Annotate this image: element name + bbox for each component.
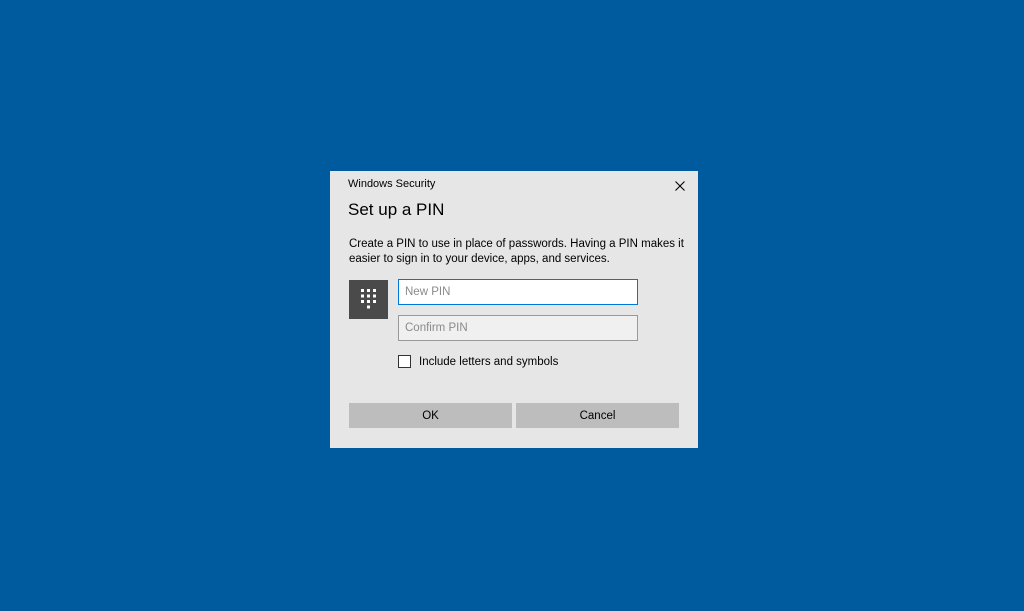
include-letters-symbols-label: Include letters and symbols: [419, 355, 559, 368]
ok-button[interactable]: OK: [349, 403, 512, 428]
confirm-pin-input[interactable]: [398, 315, 638, 341]
cancel-button[interactable]: Cancel: [516, 403, 679, 428]
new-pin-input[interactable]: [398, 279, 638, 305]
close-icon: [675, 181, 685, 191]
dialog-window-title: Windows Security: [348, 178, 436, 190]
keypad-icon: [349, 280, 388, 319]
include-letters-symbols-option[interactable]: Include letters and symbols: [398, 355, 558, 368]
dialog-heading: Set up a PIN: [348, 200, 445, 219]
dialog-description: Create a PIN to use in place of password…: [349, 238, 684, 265]
include-letters-symbols-checkbox[interactable]: [398, 355, 411, 368]
close-button[interactable]: [670, 176, 690, 196]
windows-security-dialog: Windows Security Set up a PIN Create a P…: [330, 171, 698, 448]
